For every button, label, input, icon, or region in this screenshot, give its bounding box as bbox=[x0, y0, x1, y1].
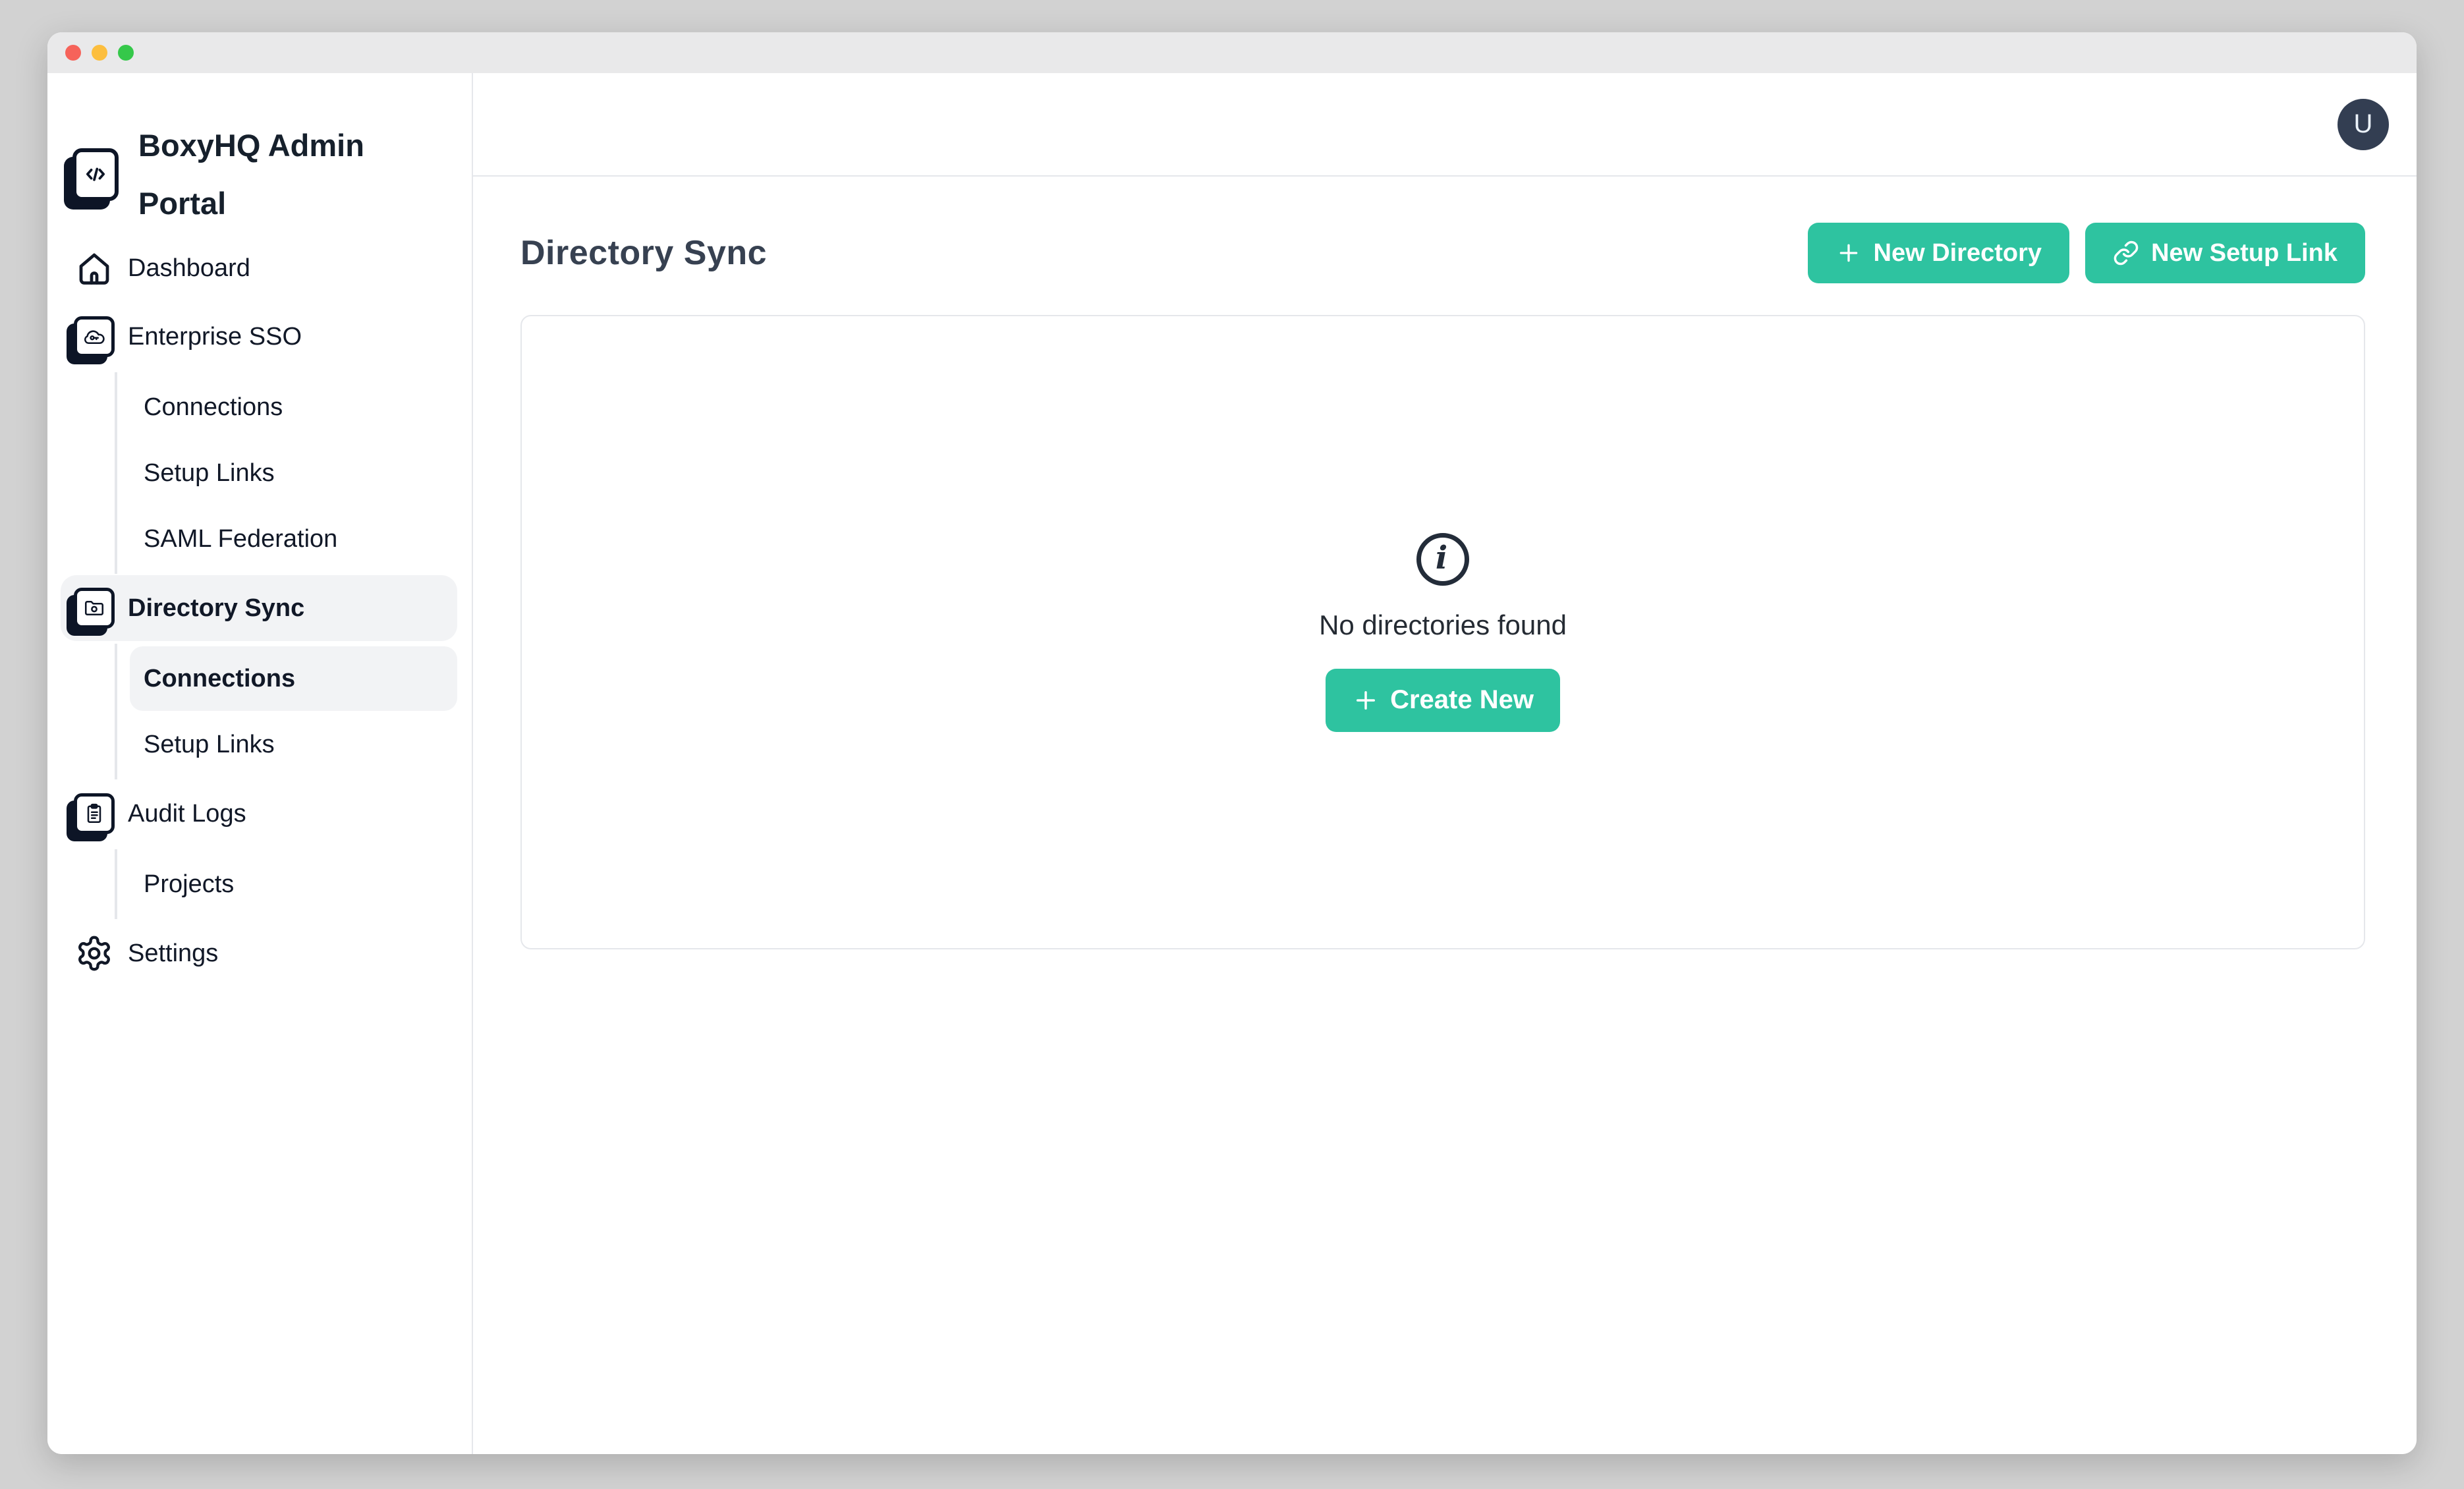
boxyhq-logo-icon bbox=[72, 148, 119, 201]
sidebar-nav: Dashboard Enterprise SSO bbox=[61, 235, 457, 986]
sidebar-item-dashboard[interactable]: Dashboard bbox=[61, 235, 457, 301]
plus-icon bbox=[1352, 687, 1380, 714]
sidebar-item-sso-setup-links[interactable]: Setup Links bbox=[130, 441, 457, 505]
sidebar-item-saml-federation[interactable]: SAML Federation bbox=[130, 507, 457, 571]
audit-clipboard-keycap-icon bbox=[72, 793, 116, 834]
sidebar-item-sso-connections[interactable]: Connections bbox=[130, 375, 457, 439]
home-icon bbox=[72, 248, 116, 288]
sidebar-item-settings[interactable]: Settings bbox=[61, 920, 457, 986]
sidebar-item-label: Setup Links bbox=[144, 731, 275, 759]
button-label: New Directory bbox=[1874, 239, 2042, 267]
sidebar-subgroup-directory-sync: Connections Setup Links bbox=[115, 644, 457, 779]
minimize-window-button[interactable] bbox=[92, 45, 107, 61]
gear-icon bbox=[72, 934, 116, 972]
sidebar-item-enterprise-sso[interactable]: Enterprise SSO bbox=[61, 304, 457, 370]
sidebar-item-label: Dashboard bbox=[128, 254, 250, 283]
sidebar-item-dsync-setup-links[interactable]: Setup Links bbox=[130, 712, 457, 777]
plus-icon bbox=[1835, 240, 1862, 266]
sidebar-item-label: Projects bbox=[144, 870, 234, 899]
sidebar-item-label: SAML Federation bbox=[144, 525, 337, 553]
sidebar-subgroup-enterprise-sso: Connections Setup Links SAML Federation bbox=[115, 372, 457, 574]
maximize-window-button[interactable] bbox=[118, 45, 134, 61]
app-title: BoxyHQ Admin Portal bbox=[138, 117, 415, 233]
sidebar: BoxyHQ Admin Portal Dashboard bbox=[47, 73, 473, 1454]
sidebar-item-label: Audit Logs bbox=[128, 800, 246, 828]
sidebar-item-projects[interactable]: Projects bbox=[130, 852, 457, 916]
page-title: Directory Sync bbox=[520, 233, 767, 273]
app-body: BoxyHQ Admin Portal Dashboard bbox=[47, 73, 2417, 1454]
button-label: New Setup Link bbox=[2151, 239, 2338, 267]
new-setup-link-button[interactable]: New Setup Link bbox=[2085, 223, 2365, 283]
empty-state-message: No directories found bbox=[1319, 609, 1567, 641]
new-directory-button[interactable]: New Directory bbox=[1808, 223, 2070, 283]
sidebar-item-dsync-connections[interactable]: Connections bbox=[130, 646, 457, 711]
close-window-button[interactable] bbox=[65, 45, 81, 61]
sidebar-item-label: Directory Sync bbox=[128, 594, 304, 623]
top-header: U bbox=[473, 73, 2417, 177]
app-logo[interactable]: BoxyHQ Admin Portal bbox=[61, 115, 457, 234]
main-area: U Directory Sync New Directory bbox=[473, 73, 2417, 1454]
sso-cloud-keycap-icon bbox=[72, 316, 116, 357]
empty-state-panel: i No directories found Create New bbox=[520, 315, 2365, 949]
directory-folder-keycap-icon bbox=[72, 588, 116, 629]
create-new-button[interactable]: Create New bbox=[1326, 669, 1560, 732]
page-actions: New Directory New Setup Link bbox=[1808, 223, 2365, 283]
page-content: Directory Sync New Directory bbox=[473, 177, 2417, 949]
user-avatar[interactable]: U bbox=[2338, 99, 2389, 150]
sidebar-item-label: Enterprise SSO bbox=[128, 323, 302, 351]
button-label: Create New bbox=[1390, 685, 1534, 715]
page-header: Directory Sync New Directory bbox=[520, 223, 2365, 283]
sidebar-item-label: Setup Links bbox=[144, 459, 275, 488]
sidebar-item-directory-sync[interactable]: Directory Sync bbox=[61, 575, 457, 641]
sidebar-item-label: Settings bbox=[128, 940, 218, 968]
sidebar-item-label: Connections bbox=[144, 665, 295, 693]
sidebar-item-audit-logs[interactable]: Audit Logs bbox=[61, 781, 457, 847]
link-icon bbox=[2113, 240, 2139, 266]
sidebar-item-label: Connections bbox=[144, 393, 283, 422]
info-icon: i bbox=[1416, 533, 1469, 586]
window-titlebar bbox=[47, 32, 2417, 73]
sidebar-subgroup-audit-logs: Projects bbox=[115, 849, 457, 919]
app-window: BoxyHQ Admin Portal Dashboard bbox=[47, 32, 2417, 1454]
